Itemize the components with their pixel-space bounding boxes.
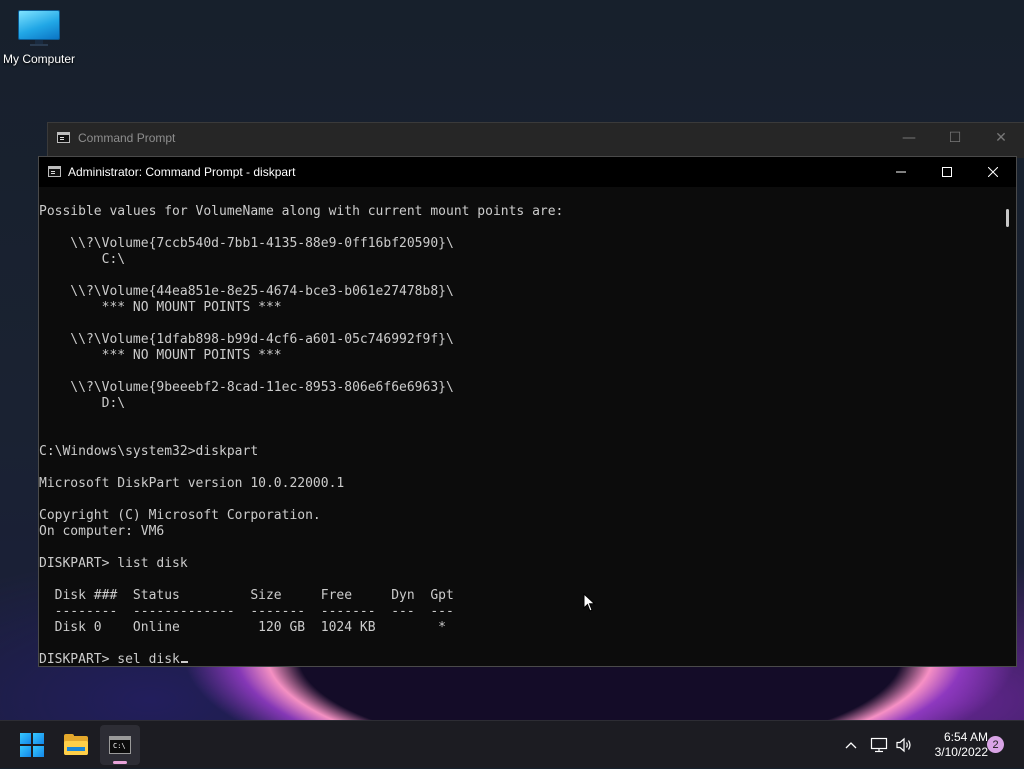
window-controls (878, 157, 1016, 187)
window-title: Administrator: Command Prompt - diskpart (68, 165, 296, 179)
taskbar-file-explorer[interactable] (56, 725, 96, 765)
mouse-pointer-icon (583, 593, 596, 612)
title-bar[interactable]: Administrator: Command Prompt - diskpart (39, 157, 1016, 187)
close-icon (988, 167, 998, 177)
console-prompt-line[interactable]: DISKPART> sel disk (39, 652, 999, 668)
background-window-controls: — ☐ ✕ (886, 123, 1024, 153)
maximize-icon (942, 167, 952, 177)
chevron-up-icon (845, 742, 857, 749)
clock-time: 6:54 AM (943, 730, 988, 744)
network-icon (870, 737, 888, 753)
desktop-icon-my-computer[interactable]: My Computer (0, 8, 78, 66)
windows-logo-icon (20, 733, 44, 757)
close-button[interactable]: ✕ (978, 123, 1024, 153)
computer-icon (18, 8, 60, 46)
start-button[interactable] (12, 725, 52, 765)
active-app-indicator (113, 761, 127, 764)
minimize-button[interactable] (878, 157, 924, 187)
clock-date: 3/10/2022 (934, 745, 988, 759)
background-window-title: Command Prompt (78, 131, 176, 145)
taskbar: C:\ 6:54 AM 3/10/2022 (0, 720, 1024, 768)
maximize-button[interactable]: ☐ (932, 123, 978, 153)
cmd-icon: C:\ (109, 736, 131, 754)
vertical-scrollbar[interactable] (999, 187, 1016, 666)
notification-badge[interactable]: 2 (987, 736, 1004, 753)
minimize-icon (896, 171, 906, 173)
current-command: DISKPART> sel disk (39, 652, 180, 667)
volume-icon (896, 737, 911, 753)
desktop-icon-label: My Computer (2, 52, 76, 66)
volume-button[interactable] (893, 721, 915, 769)
clock[interactable]: 6:54 AM 3/10/2022 (922, 730, 988, 760)
show-hidden-icons-button[interactable] (840, 721, 862, 769)
console-text: Possible values for VolumeName along wit… (39, 204, 564, 635)
command-prompt-window[interactable]: Administrator: Command Prompt - diskpart… (38, 156, 1017, 667)
scrollbar-thumb[interactable] (1006, 209, 1009, 227)
background-window[interactable]: Command Prompt — ☐ ✕ (47, 122, 1024, 158)
folder-icon (64, 733, 88, 755)
maximize-button[interactable] (924, 157, 970, 187)
taskbar-command-prompt[interactable]: C:\ (100, 725, 140, 765)
console-output[interactable]: Possible values for VolumeName along wit… (39, 204, 999, 668)
cmd-icon (48, 166, 61, 177)
text-cursor (180, 661, 188, 663)
cmd-icon (57, 132, 70, 143)
close-button[interactable] (970, 157, 1016, 187)
network-button[interactable] (868, 721, 890, 769)
minimize-button[interactable]: — (886, 123, 932, 153)
